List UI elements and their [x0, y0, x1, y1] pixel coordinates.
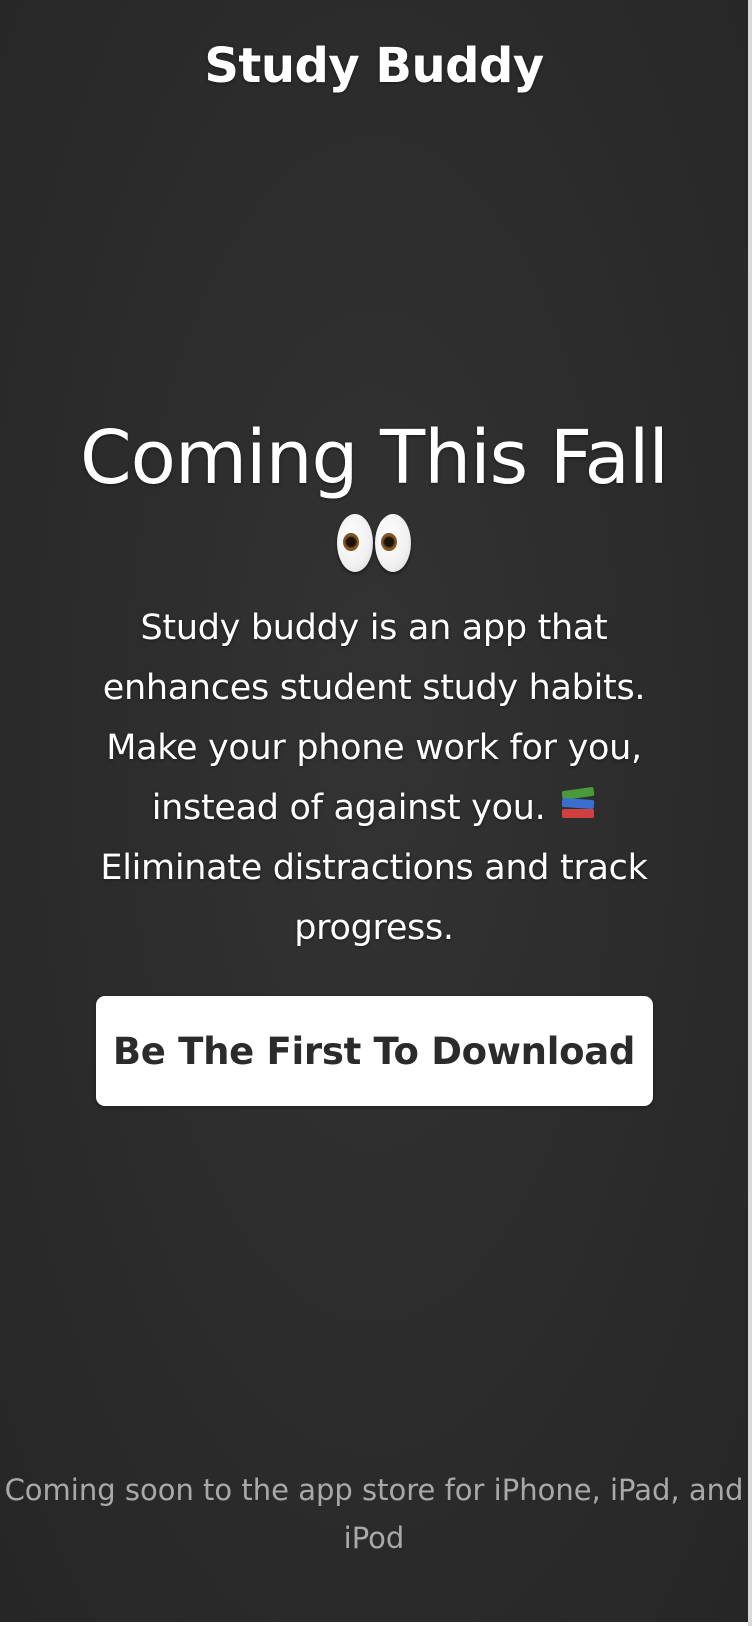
hero-description: Study buddy is an app that enhances stud… — [94, 598, 654, 958]
footer-note: Coming soon to the app store for iPhone,… — [4, 1473, 744, 1555]
headline-text: Coming This Fall — [80, 415, 669, 501]
landing-page: Study Buddy Coming This Fall Study buddy… — [0, 0, 748, 1622]
page-edge-divider — [748, 0, 752, 1626]
books-icon — [560, 786, 596, 821]
hero-headline: Coming This Fall — [0, 418, 748, 574]
right-eye-icon — [375, 514, 411, 573]
hero-section: Coming This Fall Study buddy is an app t… — [0, 418, 748, 1106]
eyes-icon — [0, 504, 748, 574]
download-button[interactable]: Be The First To Download — [95, 996, 653, 1106]
left-eye-icon — [337, 514, 373, 573]
description-tail: Eliminate distractions and track progres… — [100, 848, 648, 948]
brand-title: Study Buddy — [204, 38, 544, 94]
